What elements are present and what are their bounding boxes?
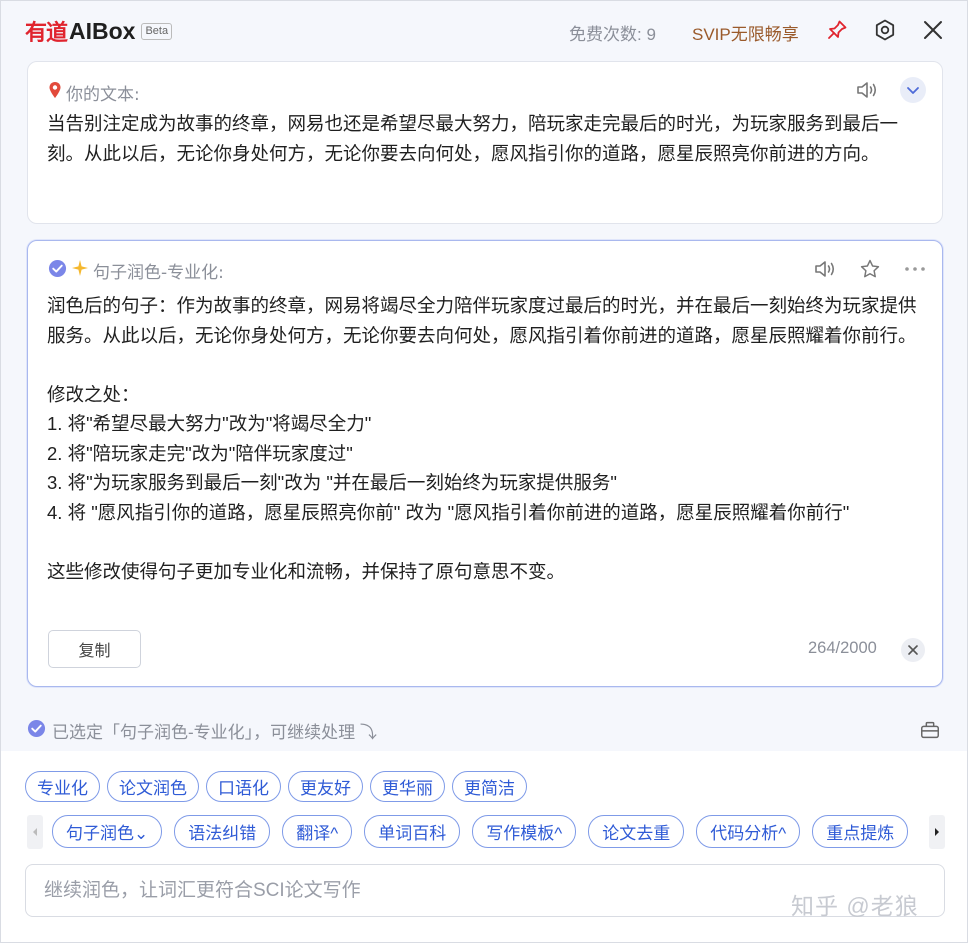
scroll-left-arrow-icon[interactable] bbox=[27, 815, 43, 849]
chip-writing-template[interactable]: 写作模板^ bbox=[472, 815, 577, 848]
beta-badge: Beta bbox=[141, 22, 173, 40]
source-label-text: 你的文本: bbox=[66, 85, 140, 105]
chip-more-concise[interactable]: 更简洁 bbox=[452, 771, 527, 802]
chip-code-analysis[interactable]: 代码分析^ bbox=[696, 815, 801, 848]
prompt-input[interactable] bbox=[44, 875, 784, 907]
scroll-right-arrow-icon[interactable] bbox=[929, 815, 945, 849]
chip-professional[interactable]: 专业化 bbox=[25, 771, 100, 802]
chip-paper-polish[interactable]: 论文润色 bbox=[107, 771, 199, 802]
collapse-chevron-icon[interactable] bbox=[900, 77, 926, 103]
style-chips: 专业化 论文润色 口语化 更友好 更华丽 更简洁 bbox=[25, 771, 527, 802]
header: 有道 AIBox Beta 免费次数: 9 SVIP无限畅享 bbox=[1, 1, 967, 61]
tool-chips: 句子润色⌄ 语法纠错 翻译^ 单词百科 写作模板^ 论文去重 代码分析^ 重点提… bbox=[43, 812, 919, 848]
aibox-window: 有道 AIBox Beta 免费次数: 9 SVIP无限畅享 你的文本: 当告别… bbox=[0, 0, 968, 943]
free-count-text: 免费次数: 9 bbox=[569, 25, 656, 44]
source-label: 你的文本: bbox=[48, 80, 140, 105]
sparkle-icon bbox=[71, 259, 89, 282]
star-icon[interactable] bbox=[857, 256, 883, 282]
toolbox-icon[interactable] bbox=[917, 717, 943, 743]
logo-youdao: 有道 bbox=[25, 20, 68, 46]
chip-grammar-fix[interactable]: 语法纠错 bbox=[174, 815, 271, 848]
svip-link[interactable]: SVIP无限畅享 bbox=[692, 20, 799, 45]
chip-key-points[interactable]: 重点提炼 bbox=[812, 815, 909, 848]
watermark: 知乎 @老狼 bbox=[791, 893, 919, 919]
chip-sentence-polish[interactable]: 句子润色⌄ bbox=[52, 815, 163, 848]
selected-status-text: 已选定「句子润色-专业化」，可继续处理 ⤵ bbox=[52, 723, 377, 742]
char-count: 264/2000 bbox=[808, 639, 877, 657]
app-logo: 有道 AIBox Beta bbox=[25, 15, 173, 47]
tool-chips-scroller: 句子润色⌄ 语法纠错 翻译^ 单词百科 写作模板^ 论文去重 代码分析^ 重点提… bbox=[43, 812, 919, 852]
chip-paper-dedup[interactable]: 论文去重 bbox=[588, 815, 685, 848]
source-text: 当告别注定成为故事的终章，网易也还是希望尽最大努力，陪玩家走完最后的时光，为玩家… bbox=[47, 113, 899, 164]
chip-friendlier[interactable]: 更友好 bbox=[288, 771, 363, 802]
close-icon[interactable] bbox=[920, 17, 946, 43]
selected-status: 已选定「句子润色-专业化」，可继续处理 ⤵ bbox=[27, 718, 377, 743]
more-options-icon[interactable] bbox=[902, 256, 928, 282]
chip-translate[interactable]: 翻译^ bbox=[282, 815, 353, 848]
result-label-text: 句子润色-专业化: bbox=[93, 263, 224, 283]
source-text-card: 你的文本: 当告别注定成为故事的终章，网易也还是希望尽最大努力，陪玩家走完最后的… bbox=[27, 61, 943, 224]
pin-icon[interactable] bbox=[824, 17, 850, 43]
check-circle-icon bbox=[27, 719, 46, 743]
clear-icon[interactable] bbox=[901, 638, 925, 662]
result-text: 润色后的句子：作为故事的终章，网易将竭尽全力陪伴玩家度过最后的时光，并在最后一刻… bbox=[47, 295, 917, 582]
speaker-icon[interactable] bbox=[812, 256, 838, 282]
result-label: 句子润色-专业化: bbox=[48, 258, 224, 283]
chip-colloquial[interactable]: 口语化 bbox=[206, 771, 281, 802]
speaker-icon[interactable] bbox=[854, 77, 880, 103]
settings-icon[interactable] bbox=[872, 17, 898, 43]
check-circle-icon bbox=[48, 259, 67, 283]
pin-location-icon bbox=[48, 81, 62, 104]
result-card: 句子润色-专业化: 润色后的句子：作为故事的终章，网易将竭尽全力陪伴玩家度过最后… bbox=[27, 240, 943, 687]
chip-more-ornate[interactable]: 更华丽 bbox=[370, 771, 445, 802]
copy-button[interactable]: 复制 bbox=[48, 630, 141, 668]
chip-word-encyclopedia[interactable]: 单词百科 bbox=[364, 815, 461, 848]
logo-aibox: AIBox bbox=[69, 17, 136, 44]
